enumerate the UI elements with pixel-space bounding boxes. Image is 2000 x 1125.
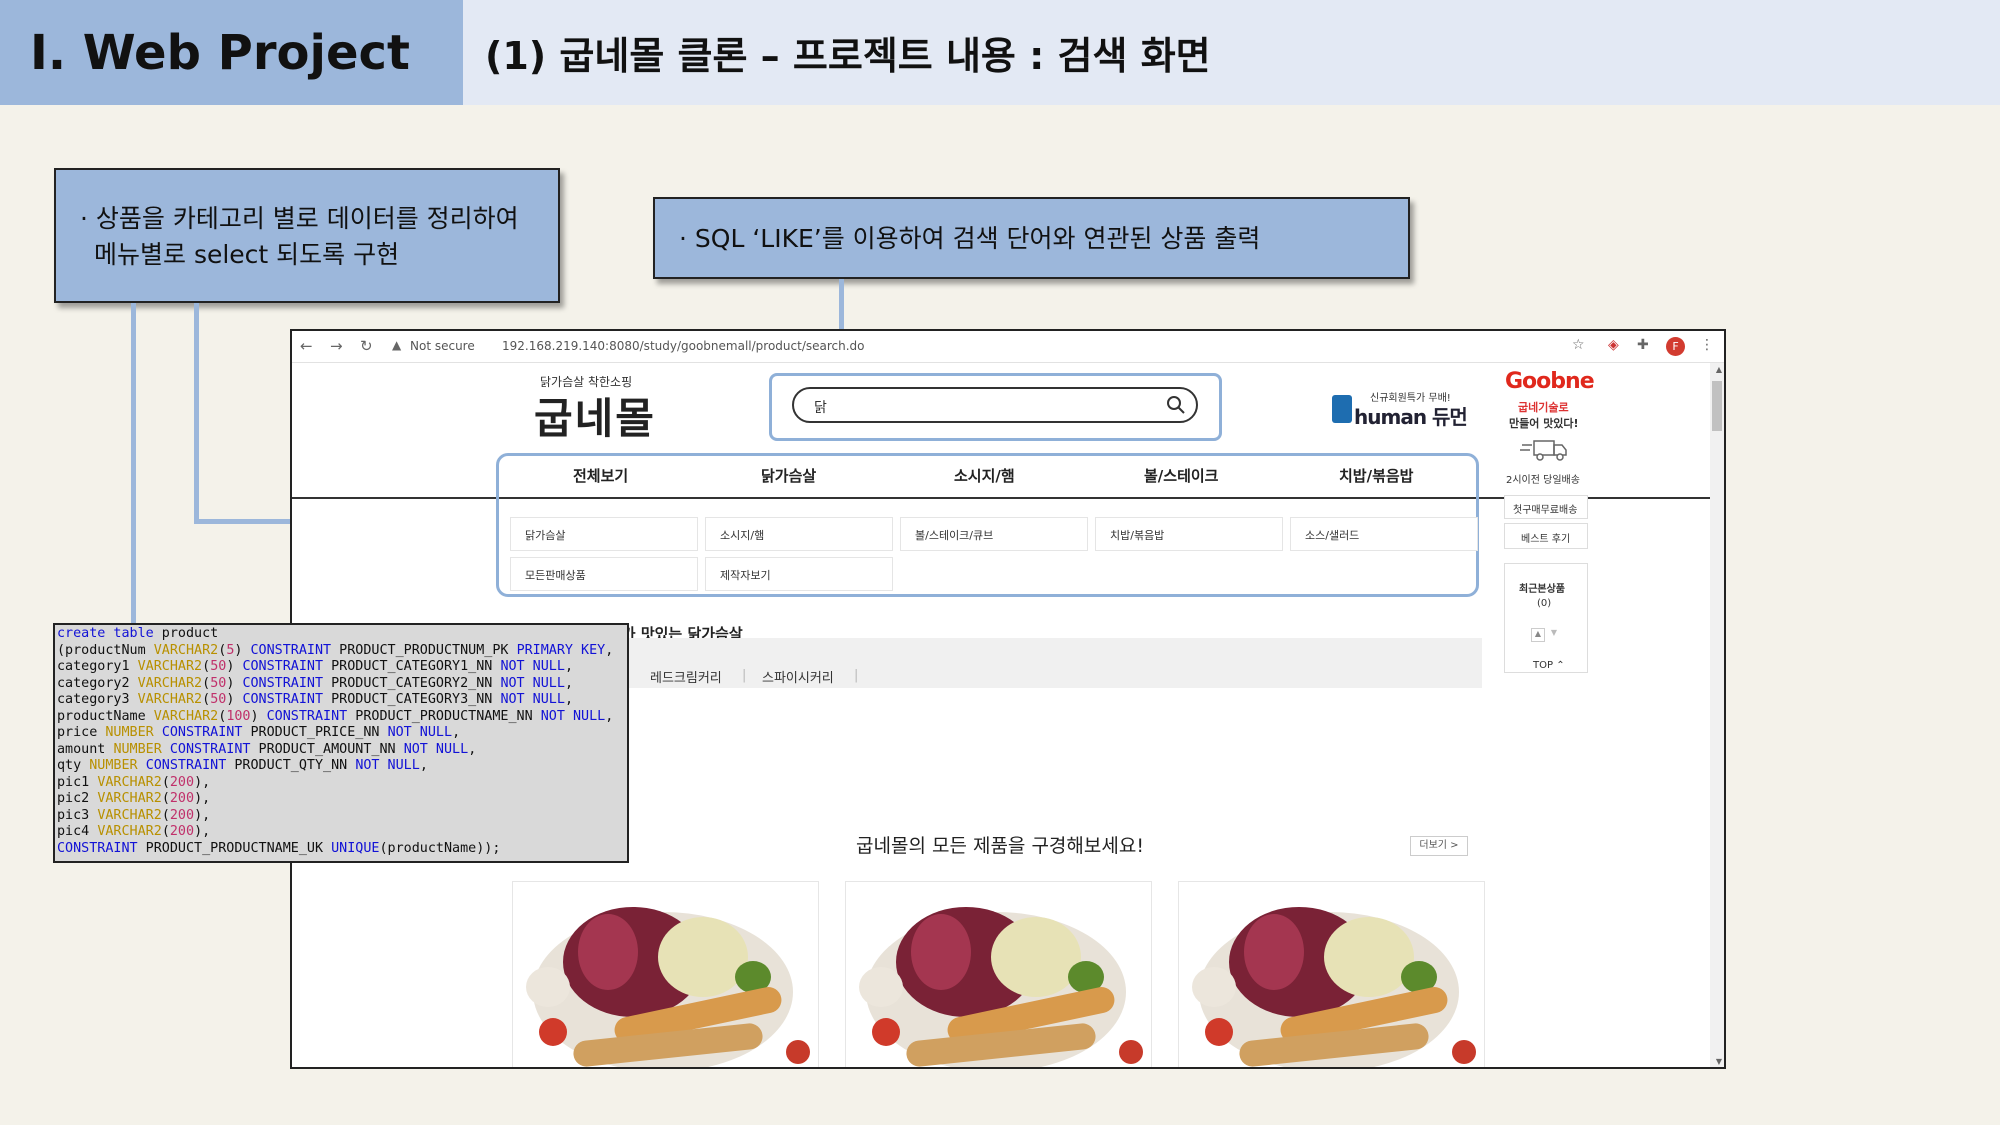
tab-sausage-ham[interactable]: 소시지/햄 — [954, 465, 1015, 486]
subcat-sausage-ham[interactable]: 소시지/햄 — [705, 517, 893, 551]
tab-all[interactable]: 전체보기 — [573, 465, 628, 486]
category-callout: · 상품을 카테고리 별로 데이터를 정리하여 메뉴별로 select 되도록 … — [54, 168, 560, 303]
reload-icon[interactable]: ↻ — [360, 337, 373, 355]
free-ship-label: 첫구매무료배송 — [1513, 505, 1578, 516]
best-review-label: 베스트 후기 — [1521, 534, 1571, 545]
tab-chicken-breast[interactable]: 닭가슴살 — [761, 465, 816, 486]
avatar[interactable]: F — [1666, 337, 1685, 356]
subcat-rice[interactable]: 치밥/볶음밥 — [1095, 517, 1283, 551]
more-button[interactable]: 더보기 > — [1410, 836, 1468, 856]
product-image — [513, 882, 818, 1067]
sql-code-block: create table product (productNum VARCHAR… — [53, 623, 629, 863]
sql-line: price NUMBER CONSTRAINT PRODUCT_PRICE_NN… — [57, 725, 461, 740]
subcat-creator[interactable]: 제작자보기 — [705, 557, 893, 591]
product-card[interactable] — [512, 881, 819, 1067]
address-bar: ← → ↻ ▲ Not secure 192.168.219.140:8080/… — [292, 331, 1724, 363]
search-input[interactable]: 닭 — [792, 387, 1198, 423]
sql-line: CONSTRAINT PRODUCT_PRODUCTNAME_UK UNIQUE… — [57, 840, 501, 856]
warning-icon: ▲ — [392, 338, 402, 352]
recent-up-icon[interactable]: ▲ — [1531, 628, 1545, 642]
product-image — [1179, 882, 1484, 1067]
section-title: Ⅰ. Web Project — [0, 0, 463, 105]
filter-separator: | — [742, 668, 747, 683]
sql-line: productName VARCHAR2(100) CONSTRAINT PRO… — [57, 708, 614, 724]
search-value: 닭 — [814, 400, 827, 416]
delivery-label: 2시이전 당일배송 — [1506, 475, 1580, 486]
sql-line: pic3 VARCHAR2(200), — [57, 807, 211, 823]
sql-line: pic4 VARCHAR2(200), — [57, 824, 211, 839]
goobne-logo[interactable]: Goobne — [1505, 369, 1595, 394]
back-icon[interactable]: ← — [300, 337, 313, 355]
site-logo[interactable]: 굽네몰 — [534, 385, 656, 446]
recent-products-box: 최근본상품 (0) ▲ ▼ TOP ⌃ — [1504, 563, 1588, 673]
sql-line: pic2 VARCHAR2(200), — [57, 791, 211, 806]
filter-separator: | — [854, 668, 859, 683]
shield-icon[interactable]: ◈ — [1608, 337, 1619, 353]
not-secure-label[interactable]: Not secure — [410, 339, 475, 353]
free-ship-box[interactable]: 첫구매무료배송 — [1504, 495, 1588, 519]
product-image — [846, 882, 1151, 1067]
sql-line: category2 VARCHAR2(50) CONSTRAINT PRODUC… — [57, 675, 573, 691]
product-card[interactable] — [845, 881, 1152, 1067]
scroll-up-icon[interactable]: ▲ — [1716, 365, 1722, 374]
forward-icon[interactable]: → — [330, 337, 343, 355]
sql-line: create table product — [57, 626, 219, 641]
filter-spicy-curry[interactable]: 스파이시커리 — [762, 667, 834, 686]
top-button[interactable]: TOP ⌃ — [1533, 660, 1565, 671]
scrollbar-thumb[interactable] — [1712, 381, 1722, 431]
slide-title: (1) 굽네몰 클론 – 프로젝트 내용 : 검색 화면 — [463, 0, 2000, 105]
sql-line: category3 VARCHAR2(50) CONSTRAINT PRODUC… — [57, 692, 573, 707]
best-review-box[interactable]: 베스트 후기 — [1504, 523, 1588, 549]
subcat-ball-steak-cube[interactable]: 볼/스테이크/큐브 — [900, 517, 1088, 551]
sql-line: (productNum VARCHAR2(5) CONSTRAINT PRODU… — [57, 642, 614, 658]
truck-icon — [1520, 440, 1567, 461]
goobne-tagline2: 만들어 맛있다! — [1509, 417, 1579, 430]
connector-category-v — [194, 303, 199, 523]
connector-sql — [131, 303, 136, 625]
subcat-chicken-breast[interactable]: 닭가슴살 — [510, 517, 698, 551]
menu-icon[interactable]: ⋮ — [1700, 337, 1714, 353]
sql-line: category1 VARCHAR2(50) CONSTRAINT PRODUC… — [57, 659, 573, 674]
sql-line: qty NUMBER CONSTRAINT PRODUCT_QTY_NN NOT… — [57, 758, 428, 773]
sql-line: amount NUMBER CONSTRAINT PRODUCT_AMOUNT_… — [57, 741, 477, 757]
goobne-tagline1: 굽네기술로 — [1518, 401, 1569, 414]
filter-red-cream-curry[interactable]: 레드크림커리 — [650, 667, 722, 686]
banner-title[interactable]: human 듀먼 — [1354, 401, 1468, 430]
scroll-down-icon[interactable]: ▼ — [1716, 1057, 1722, 1066]
product-card[interactable] — [1178, 881, 1485, 1067]
all-products-title: 굽네몰의 모든 제품을 구경해보세요! — [856, 835, 1144, 857]
recent-products-label: 최근본상품 — [1519, 584, 1565, 595]
scrollbar[interactable] — [1710, 363, 1724, 1067]
category-callout-line2: 메뉴별로 select 되도록 구현 — [94, 240, 400, 269]
sql-line: pic1 VARCHAR2(200), — [57, 774, 211, 790]
subcat-sauce-salad[interactable]: 소스/샐러드 — [1290, 517, 1478, 551]
url-field[interactable]: 192.168.219.140:8080/study/goobnemall/pr… — [502, 339, 865, 353]
category-callout-line1: · 상품을 카테고리 별로 데이터를 정리하여 — [80, 204, 519, 233]
search-icon[interactable] — [1166, 395, 1186, 415]
star-icon[interactable]: ☆ — [1572, 337, 1585, 353]
human-logo-icon — [1332, 395, 1352, 423]
extension-icon[interactable]: ✚ — [1637, 337, 1649, 353]
recent-products-count: (0) — [1537, 598, 1552, 609]
subcat-all-products[interactable]: 모든판매상품 — [510, 557, 698, 591]
search-callout: · SQL ‘LIKE’를 이용하여 검색 단어와 연관된 상품 출력 — [653, 197, 1410, 279]
recent-down-icon[interactable]: ▼ — [1547, 628, 1561, 642]
tab-ball-steak[interactable]: 볼/스테이크 — [1144, 465, 1218, 486]
tab-rice[interactable]: 치밥/볶음밥 — [1339, 465, 1413, 486]
